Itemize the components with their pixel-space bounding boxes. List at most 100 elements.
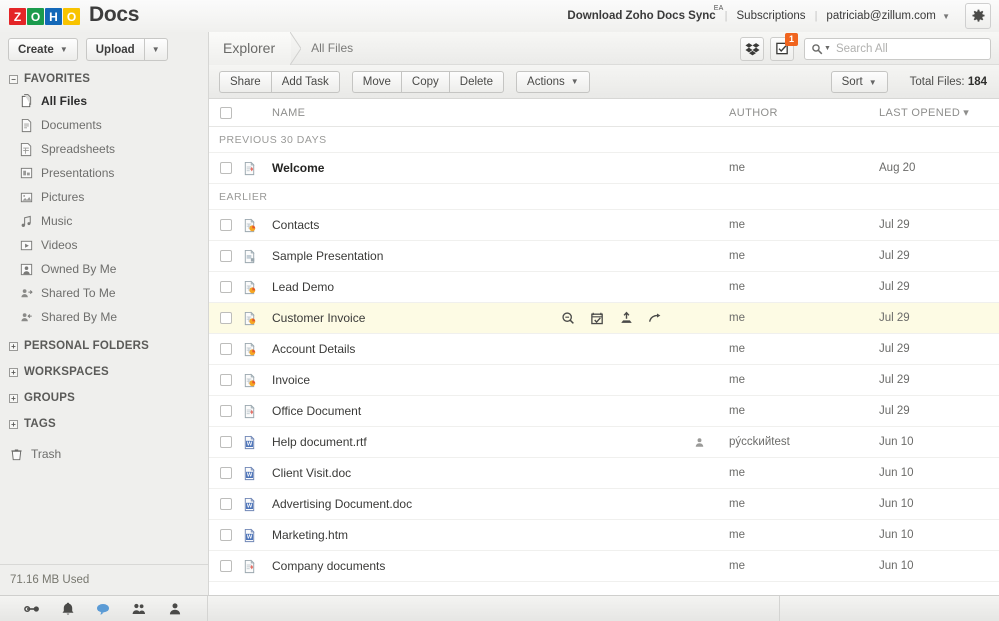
table-row[interactable]: Invoice me Jul 29 (209, 365, 999, 396)
table-row[interactable]: Contacts me Jul 29 (209, 210, 999, 241)
download-sync-link[interactable]: Download Zoho Docs Sync EA (558, 5, 724, 22)
row-checkbox[interactable] (219, 436, 232, 448)
row-shared-indicator (669, 436, 729, 449)
table-row[interactable]: Lead Demo me Jul 29 (209, 272, 999, 303)
copy-button[interactable]: Copy (400, 70, 449, 93)
row-checkbox[interactable] (219, 343, 232, 355)
row-checkbox[interactable] (219, 374, 232, 386)
table-row[interactable]: Company documents me Jun 10 (209, 551, 999, 582)
sidebar-section-personal-folders[interactable]: + PERSONAL FOLDERS (0, 336, 208, 356)
table-row[interactable]: W Help document.rtf pýcckийtest Jun 10 (209, 427, 999, 458)
sidebar-section-tags[interactable]: + TAGS (0, 414, 208, 434)
tasks-button[interactable]: 1 (770, 32, 798, 61)
select-all-checkbox[interactable] (219, 106, 232, 119)
breadcrumb-current[interactable]: All Files (311, 41, 353, 55)
sidebar-item-shared-by-me[interactable]: Shared By Me (0, 305, 208, 329)
dropbox-button[interactable] (740, 36, 764, 61)
column-header-author[interactable]: AUTHOR (729, 107, 879, 119)
table-row[interactable]: Sample Presentation me Jul 29 (209, 241, 999, 272)
row-file-icon-cell (242, 218, 271, 233)
row-file-name[interactable]: Welcome (271, 161, 669, 175)
sidebar-section-favorites[interactable]: − FAVORITES (0, 69, 208, 89)
table-row[interactable]: Customer Invoice me Jul 29 (209, 303, 999, 334)
row-file-icon-cell (242, 249, 271, 264)
row-file-name[interactable]: Help document.rtf (271, 435, 669, 449)
row-checkbox[interactable] (219, 405, 232, 417)
table-row[interactable]: W Marketing.htm me Jun 10 (209, 520, 999, 551)
row-checkbox[interactable] (219, 498, 232, 510)
row-checkbox[interactable] (219, 219, 232, 231)
move-button[interactable]: Move (351, 70, 401, 93)
preview-icon[interactable] (561, 311, 576, 326)
sidebar-item-owned-by-me[interactable]: Owned By Me (0, 257, 208, 281)
zoho-docs-logo[interactable]: Z O H O Docs (9, 4, 139, 25)
word-file-icon: W (244, 528, 255, 542)
row-file-name[interactable]: Lead Demo (271, 280, 669, 294)
row-file-name[interactable]: Company documents (271, 559, 669, 573)
edit-icon[interactable] (648, 311, 663, 326)
column-header-name[interactable]: NAME (271, 107, 669, 119)
sort-button[interactable]: Sort ▼ (830, 71, 888, 93)
row-author: me (729, 529, 745, 541)
row-checkbox[interactable] (219, 467, 232, 479)
sidebar-section-workspaces[interactable]: + WORKSPACES (0, 362, 208, 382)
upload-button[interactable]: Upload (85, 38, 144, 61)
row-file-name[interactable]: Invoice (271, 373, 669, 387)
table-row[interactable]: W Client Visit.doc me Jun 10 (209, 458, 999, 489)
sidebar-item-music[interactable]: Music (0, 209, 208, 233)
table-row[interactable]: Office Document me Jul 29 (209, 396, 999, 427)
breadcrumb-explorer[interactable]: Explorer (209, 31, 302, 65)
add-task-icon[interactable] (590, 311, 605, 326)
add-task-button[interactable]: Add Task (270, 70, 340, 93)
row-file-name[interactable]: Marketing.htm (271, 528, 669, 542)
row-checkbox[interactable] (219, 560, 232, 572)
sidebar-item-shared-to-me[interactable]: Shared To Me (0, 281, 208, 305)
subscriptions-link[interactable]: Subscriptions (728, 10, 815, 22)
row-file-name[interactable]: Contacts (271, 218, 669, 232)
chat-icon[interactable] (95, 601, 111, 617)
delete-button[interactable]: Delete (448, 70, 505, 93)
sidebar-item-videos[interactable]: Videos (0, 233, 208, 257)
sidebar-item-trash[interactable]: Trash (0, 442, 208, 466)
create-button[interactable]: Create ▼ (8, 38, 78, 61)
link-icon[interactable] (24, 601, 40, 617)
share-icon[interactable] (619, 311, 634, 326)
row-file-name[interactable]: Sample Presentation (271, 249, 669, 263)
breadcrumb-actions: 1 ▼ Search All (740, 32, 991, 65)
row-checkbox[interactable] (219, 529, 232, 541)
row-checkbox[interactable] (219, 250, 232, 262)
person-icon[interactable] (167, 601, 183, 617)
table-row[interactable]: W Advertising Document.doc me Jun 10 (209, 489, 999, 520)
row-checkbox[interactable] (219, 281, 232, 293)
bell-icon[interactable] (60, 601, 76, 617)
search-dropdown-icon[interactable]: ▼ (824, 45, 831, 52)
settings-button[interactable] (965, 3, 991, 29)
search-input[interactable]: ▼ Search All (804, 37, 991, 60)
contacts-icon[interactable] (131, 601, 147, 617)
row-file-name[interactable]: Office Document (271, 404, 669, 418)
file-group-header: PREVIOUS 30 DAYS (209, 127, 999, 153)
column-header-last-opened[interactable]: LAST OPENED ▾ (879, 106, 999, 120)
sidebar-section-groups[interactable]: + GROUPS (0, 388, 208, 408)
table-row[interactable]: Welcome me Aug 20 (209, 153, 999, 184)
user-account-menu[interactable]: patriciab@zillum.com ▼ (817, 10, 959, 22)
column-header-last-opened-label: LAST OPENED (879, 106, 961, 119)
file-toolbar: Share Add Task Move Copy Delete Actions … (209, 65, 999, 99)
row-author: me (729, 374, 745, 386)
row-checkbox-cell (209, 312, 242, 324)
row-checkbox[interactable] (219, 312, 232, 324)
actions-button[interactable]: Actions ▼ (516, 70, 590, 93)
row-file-icon-cell: W (242, 435, 271, 450)
share-button[interactable]: Share (219, 70, 271, 93)
sidebar-item-documents[interactable]: Documents (0, 113, 208, 137)
sidebar-item-all-files[interactable]: All Files (0, 89, 208, 113)
table-row[interactable]: Account Details me Jul 29 (209, 334, 999, 365)
row-file-name[interactable]: Account Details (271, 342, 669, 356)
sidebar-item-pictures[interactable]: Pictures (0, 185, 208, 209)
sidebar-item-spreadsheets[interactable]: Spreadsheets (0, 137, 208, 161)
row-file-name[interactable]: Client Visit.doc (271, 466, 669, 480)
upload-dropdown-button[interactable]: ▼ (143, 38, 168, 61)
row-file-name[interactable]: Advertising Document.doc (271, 497, 669, 511)
row-checkbox[interactable] (219, 162, 232, 174)
sidebar-item-presentations[interactable]: Presentations (0, 161, 208, 185)
